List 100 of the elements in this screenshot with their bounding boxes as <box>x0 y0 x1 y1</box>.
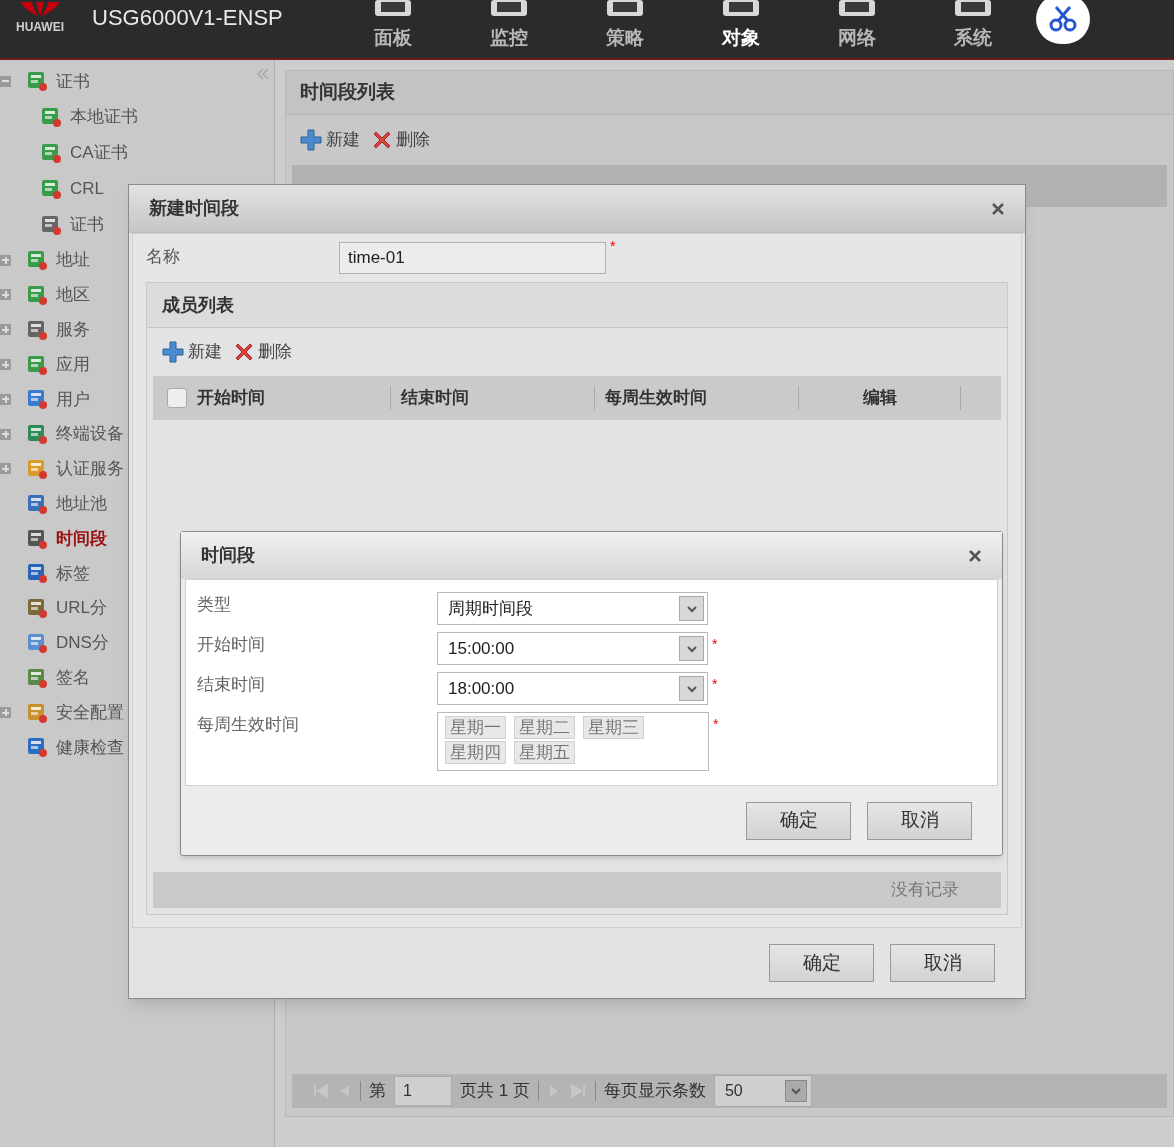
select-field[interactable]: 18:00:00 <box>437 672 708 705</box>
tree-item-icon <box>26 736 48 759</box>
tree-item-icon <box>40 105 62 128</box>
day-tag[interactable]: 星期五 <box>514 741 575 764</box>
tree-item-icon <box>26 284 48 306</box>
page-size-label: 每页显示条数 <box>603 1080 706 1103</box>
nav-tab[interactable]: 对象 <box>683 0 799 58</box>
tree-item[interactable]: 本地证书 <box>70 104 138 130</box>
required-mark: * <box>712 675 718 694</box>
required-mark: * <box>610 237 616 256</box>
tree-item[interactable]: 应用 <box>56 351 90 378</box>
tags-field[interactable]: 星期一 星期二 星期三 星期四 星期五 <box>437 712 709 771</box>
tree-item[interactable]: 用户 <box>56 386 90 413</box>
expand-icon[interactable] <box>0 707 11 719</box>
new-button[interactable]: 新建 <box>162 339 222 365</box>
expand-icon[interactable] <box>0 359 11 371</box>
tree-item[interactable]: 证书 <box>70 212 104 238</box>
collapse-icon[interactable] <box>0 75 11 87</box>
dialog-title: 时间段 <box>201 544 255 567</box>
expand-icon[interactable] <box>0 254 11 266</box>
tree-item[interactable]: 标签 <box>56 560 90 587</box>
delete-button[interactable]: 删除 <box>234 339 292 365</box>
day-tag[interactable]: 星期一 <box>445 716 506 739</box>
field-label: 开始时间 <box>197 634 266 656</box>
scissors-icon <box>1048 4 1078 34</box>
nav-icon <box>953 0 993 18</box>
tree-item[interactable]: 服务 <box>56 317 90 343</box>
tree-item[interactable]: CRL <box>70 176 104 202</box>
expand-icon[interactable] <box>0 463 11 475</box>
nav-tab[interactable]: 策略 <box>567 0 683 58</box>
column-header: 编辑 <box>862 387 897 410</box>
empty-message: 没有记录 <box>891 879 959 902</box>
tools-button[interactable] <box>1036 0 1090 44</box>
page-total: 页共 1 页 <box>460 1080 530 1103</box>
field-label: 每周生效时间 <box>197 714 300 736</box>
tree-item[interactable]: 终端设备 <box>56 421 124 447</box>
day-tag[interactable]: 星期四 <box>445 741 506 764</box>
tree-item[interactable]: URL分 <box>56 595 107 621</box>
panel-title: 时间段列表 <box>300 80 395 105</box>
required-mark: * <box>713 715 719 734</box>
column-header: 结束时间 <box>401 387 469 410</box>
tree-item[interactable]: 地区 <box>56 282 90 308</box>
tree-item[interactable]: 认证服务 <box>56 456 124 482</box>
tree-item[interactable]: 健康检查 <box>56 734 124 761</box>
tree-item-icon <box>40 213 62 236</box>
page-size-select[interactable]: 50 <box>713 1075 812 1107</box>
tree-item-icon <box>26 597 48 620</box>
tree-item-icon <box>26 492 48 515</box>
tree-item-icon <box>26 701 48 724</box>
tree-item[interactable]: 地址池 <box>56 491 107 517</box>
dialog-title: 新建时间段 <box>149 197 239 220</box>
tree-item[interactable]: 签名 <box>56 665 90 691</box>
tree-item-icon <box>40 141 62 164</box>
column-header: 每周生效时间 <box>605 387 707 410</box>
select-all-checkbox[interactable] <box>167 388 187 408</box>
name-input[interactable]: time-01 <box>339 242 606 274</box>
nav-tab[interactable]: 网络 <box>799 0 915 58</box>
tree-item[interactable]: 地址 <box>56 247 90 273</box>
required-mark: * <box>712 635 718 654</box>
tree-item-icon <box>26 388 48 411</box>
day-tag[interactable]: 星期三 <box>583 716 644 739</box>
expand-icon[interactable] <box>0 428 11 440</box>
tree-item-icon <box>26 423 48 446</box>
nav-icon <box>721 0 761 18</box>
plus-icon <box>300 129 322 151</box>
field-label: 结束时间 <box>197 674 266 696</box>
plus-icon <box>162 341 184 363</box>
tree-item-icon <box>26 353 48 376</box>
tree-item-icon <box>26 562 48 585</box>
tree-item[interactable]: 安全配置 <box>56 699 124 726</box>
page-label: 第 <box>369 1080 386 1103</box>
device-name: USG6000V1-ENSP <box>92 4 283 32</box>
nav-icon <box>605 0 645 18</box>
close-button[interactable] <box>991 201 1005 216</box>
nav-tab[interactable]: 监控 <box>451 0 567 58</box>
dialog-button[interactable]: 取消 <box>890 944 995 982</box>
nav-tab[interactable]: 系统 <box>915 0 1031 58</box>
dialog-button[interactable]: 确定 <box>769 944 874 982</box>
tree-item[interactable]: 证书 <box>56 68 90 95</box>
tree-item-icon <box>26 527 48 550</box>
tree-item[interactable]: DNS分 <box>56 630 109 656</box>
expand-icon[interactable] <box>0 289 11 301</box>
new-button[interactable]: 新建 <box>300 127 360 153</box>
close-button[interactable] <box>968 548 982 563</box>
dialog-button[interactable]: 取消 <box>867 801 972 840</box>
tree-item[interactable]: CA证书 <box>70 140 128 166</box>
tree-item-icon <box>26 457 48 480</box>
tree-item-icon <box>26 249 48 272</box>
day-tag[interactable]: 星期二 <box>514 716 575 739</box>
nav-icon <box>837 0 877 18</box>
tree-item[interactable]: 时间段 <box>56 525 107 552</box>
select-field[interactable]: 15:00:00 <box>437 632 708 665</box>
select-field[interactable]: 周期时间段 <box>437 592 708 625</box>
dialog-button[interactable]: 确定 <box>746 801 851 840</box>
expand-icon[interactable] <box>0 324 11 336</box>
collapse-sidebar-icon[interactable] <box>256 68 270 80</box>
nav-tab[interactable]: 面板 <box>335 0 451 58</box>
expand-icon[interactable] <box>0 393 11 405</box>
delete-button[interactable]: 删除 <box>372 127 430 153</box>
page-input[interactable]: 1 <box>394 1076 452 1106</box>
